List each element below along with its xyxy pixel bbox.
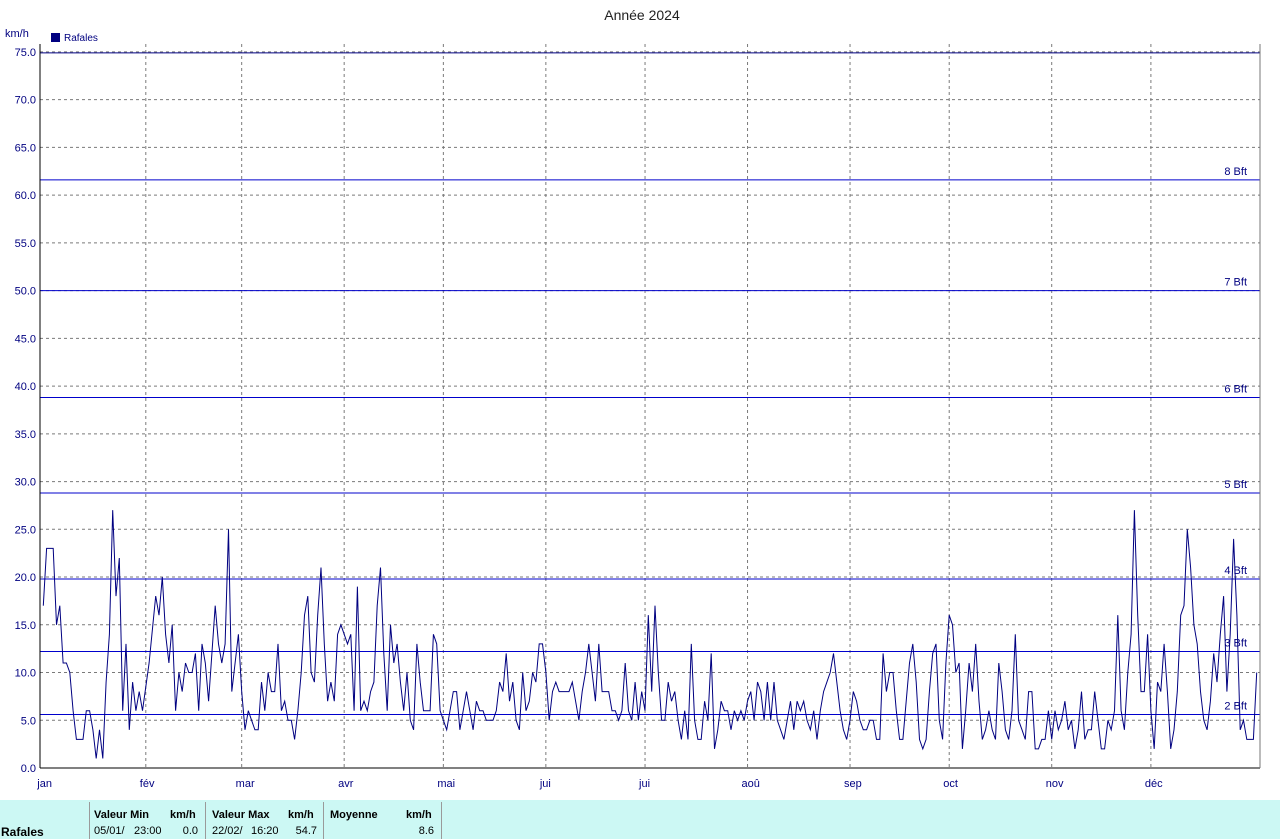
stats-min-date: 05/01/ — [94, 825, 125, 837]
y-tick-label: 5.0 — [21, 715, 36, 727]
stats-row-label: Rafales — [1, 825, 44, 839]
stats-min-value: 0.0 — [182, 825, 198, 837]
legend-swatch — [51, 33, 60, 42]
beaufort-label: 2 Bft — [1224, 701, 1247, 713]
stats-max-unit: km/h — [288, 809, 314, 821]
stats-max-header: Valeur Max — [212, 809, 270, 821]
stats-avg-value: 8.6 — [418, 825, 434, 837]
beaufort-label: 6 Bft — [1224, 384, 1247, 396]
y-tick-label: 55.0 — [15, 238, 36, 250]
stats-max-time: 16:20 — [251, 825, 279, 837]
y-axis-label: km/h — [5, 28, 29, 40]
y-tick-label: 70.0 — [15, 95, 36, 107]
beaufort-label: 7 Bft — [1224, 277, 1247, 289]
y-tick-label: 30.0 — [15, 477, 36, 489]
y-tick-label: 65.0 — [15, 142, 36, 154]
beaufort-label: 5 Bft — [1224, 479, 1247, 491]
y-tick-label: 25.0 — [15, 524, 36, 536]
chart-title: Année 2024 — [604, 7, 680, 23]
stats-panel: Rafales Valeur Min km/h 05/01/ 23:00 0.0… — [0, 800, 1280, 839]
y-tick-label: 20.0 — [15, 572, 36, 584]
stats-avg-unit: km/h — [406, 809, 432, 821]
y-tick-label: 60.0 — [15, 190, 36, 202]
beaufort-label: 8 Bft — [1224, 166, 1247, 178]
y-tick-label: 45.0 — [15, 333, 36, 345]
y-tick-label: 10.0 — [15, 668, 36, 680]
stats-max-date: 22/02/ — [212, 825, 243, 837]
x-tick-label: déc — [1145, 778, 1163, 790]
y-tick-label: 0.0 — [21, 763, 36, 775]
stats-separator — [323, 802, 324, 839]
stats-min-time: 23:00 — [134, 825, 162, 837]
y-tick-label: 40.0 — [15, 381, 36, 393]
stats-avg-header: Moyenne — [330, 809, 378, 821]
y-tick-label: 75.0 — [15, 47, 36, 59]
x-tick-label: avr — [338, 778, 354, 790]
y-tick-label: 35.0 — [15, 429, 36, 441]
x-tick-label: mai — [437, 778, 455, 790]
stats-min-unit: km/h — [170, 809, 196, 821]
x-tick-label: sep — [844, 778, 862, 790]
stats-max-value: 54.7 — [295, 825, 317, 837]
x-tick-label: fév — [140, 778, 155, 790]
x-tick-label: oct — [943, 778, 958, 790]
x-tick-label: mar — [236, 778, 255, 790]
x-tick-label: jan — [36, 778, 52, 790]
y-tick-label: 15.0 — [15, 620, 36, 632]
y-tick-label: 50.0 — [15, 286, 36, 298]
chart: 2 Bft 3 Bft 4 Bft 5 Bft 6 Bft 7 Bft 8 Bft 0.0 5… — [5, 7, 1261, 790]
stats-min-header: Valeur Min — [94, 809, 150, 821]
legend-label: Rafales — [64, 33, 98, 44]
stats-separator — [441, 802, 442, 839]
beaufort-label: 3 Bft — [1224, 638, 1247, 650]
x-tick-label: nov — [1046, 778, 1064, 790]
x-tick-label: jui — [539, 778, 551, 790]
stats-separator — [89, 802, 90, 839]
stats-separator — [205, 802, 206, 839]
beaufort-label: 4 Bft — [1224, 565, 1247, 577]
x-tick-label: jui — [638, 778, 650, 790]
x-tick-label: aoû — [742, 778, 760, 790]
